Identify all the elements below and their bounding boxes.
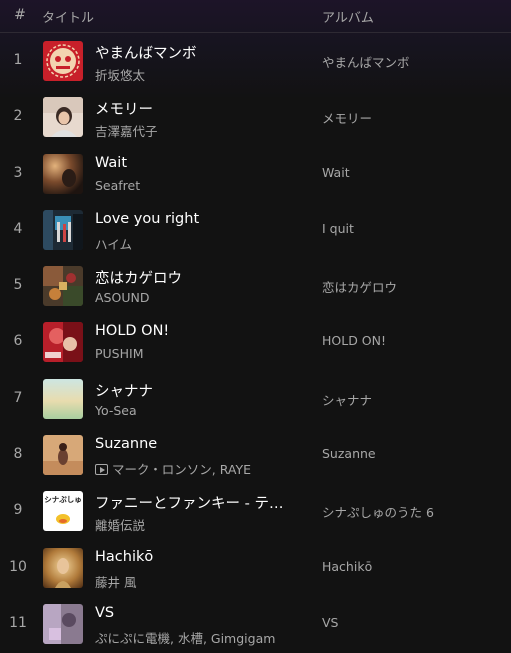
track-artist[interactable]: ハイム (95, 234, 305, 253)
track-row[interactable]: 2 メモリー 吉澤嘉代子 メモリー (0, 90, 511, 146)
track-row[interactable]: 3 Wait Seafret Wait (0, 147, 511, 203)
track-row[interactable]: 9 シナぷしゅ ファニーとファンキー - テ… 離婚伝説 シナぷしゅのうた 6 (0, 484, 511, 540)
track-artist[interactable]: PUSHIM (95, 346, 305, 361)
track-album[interactable]: Wait (322, 165, 507, 180)
track-number: 2 (13, 108, 23, 125)
track-artist[interactable]: ぷにぷに電機, 水槽, Gimgigam (95, 628, 305, 647)
track-artist[interactable]: 吉澤嘉代子 (95, 121, 305, 140)
track-album[interactable]: Suzanne (322, 446, 507, 461)
track-number: 6 (13, 333, 23, 350)
track-artist[interactable]: 藤井 風 (95, 572, 305, 591)
track-row[interactable]: 6 HOLD ON! PUSHIM HOLD ON! (0, 315, 511, 371)
column-header-title[interactable]: タイトル (42, 7, 94, 26)
track-artist[interactable]: Yo-Sea (95, 403, 305, 418)
tracklist: 1 やまんばマンボ 折坂悠太 やまんばマンボ 2 メモリー 吉澤嘉代子 メモリー… (0, 34, 511, 653)
track-number: 8 (13, 446, 23, 463)
track-title[interactable]: メモリー (95, 98, 305, 119)
album-art (43, 41, 83, 81)
track-album[interactable]: やまんばマンボ (322, 52, 507, 71)
track-number: 4 (13, 220, 23, 237)
track-album[interactable]: Hachikō (322, 559, 507, 574)
track-number: 9 (13, 502, 23, 519)
album-art (43, 378, 83, 419)
track-artist[interactable]: 離婚伝説 (95, 515, 305, 534)
album-art (43, 266, 83, 307)
track-title[interactable]: Suzanne (95, 436, 305, 452)
video-icon (95, 464, 108, 476)
track-number: 7 (13, 389, 23, 406)
track-number: 5 (13, 277, 23, 294)
track-artist[interactable]: ASOUND (95, 290, 305, 305)
track-number: 1 (13, 52, 23, 68)
column-header-album[interactable]: アルバム (322, 7, 374, 26)
album-art (43, 209, 83, 250)
track-album[interactable]: I quit (322, 221, 507, 236)
track-title[interactable]: ファニーとファンキー - テ… (95, 492, 305, 513)
track-row[interactable]: 4 Love you right ハイム I quit (0, 203, 511, 259)
track-title[interactable]: Wait (95, 155, 305, 171)
track-title[interactable]: Love you right (95, 211, 305, 227)
track-artist[interactable]: Seafret (95, 178, 305, 193)
track-album[interactable]: シナぷしゅのうた 6 (322, 502, 507, 521)
track-album[interactable]: 恋はカゲロウ (322, 277, 507, 296)
track-title[interactable]: VS (95, 605, 305, 621)
track-title[interactable]: やまんばマンボ (95, 42, 305, 63)
track-album[interactable]: メモリー (322, 108, 507, 127)
album-art (43, 603, 83, 644)
track-title[interactable]: 恋はカゲロウ (95, 267, 305, 288)
track-row[interactable]: 7 シャナナ Yo-Sea シャナナ (0, 372, 511, 428)
tracklist-header: # タイトル アルバム (0, 0, 511, 33)
track-row[interactable]: 10 Hachikō 藤井 風 Hachikō (0, 541, 511, 597)
album-art (43, 435, 83, 476)
album-art (43, 547, 83, 588)
album-art (43, 97, 83, 138)
track-row[interactable]: 5 恋はカゲロウ ASOUND 恋はカゲロウ (0, 259, 511, 315)
track-number: 3 (13, 164, 23, 181)
track-row[interactable]: 8 Suzanne マーク・ロンソン, RAYE Suzanne (0, 428, 511, 484)
track-album[interactable]: HOLD ON! (322, 333, 507, 348)
track-album[interactable]: シャナナ (322, 390, 507, 409)
track-row[interactable]: 1 やまんばマンボ 折坂悠太 やまんばマンボ (0, 34, 511, 90)
track-artist[interactable]: 折坂悠太 (95, 65, 305, 84)
track-title[interactable]: HOLD ON! (95, 323, 305, 339)
album-art-text: シナぷしゅ (44, 495, 82, 504)
track-title[interactable]: シャナナ (95, 380, 305, 401)
track-artist[interactable]: マーク・ロンソン, RAYE (95, 459, 305, 478)
album-art: シナぷしゅ (43, 491, 83, 532)
track-number: 10 (9, 558, 27, 575)
track-artist-text[interactable]: マーク・ロンソン, RAYE (112, 462, 251, 477)
track-title[interactable]: Hachikō (95, 549, 305, 565)
track-number: 11 (9, 614, 27, 631)
album-art (43, 153, 83, 194)
album-art (43, 322, 83, 363)
column-header-number[interactable]: # (12, 7, 28, 23)
track-album[interactable]: VS (322, 615, 507, 630)
